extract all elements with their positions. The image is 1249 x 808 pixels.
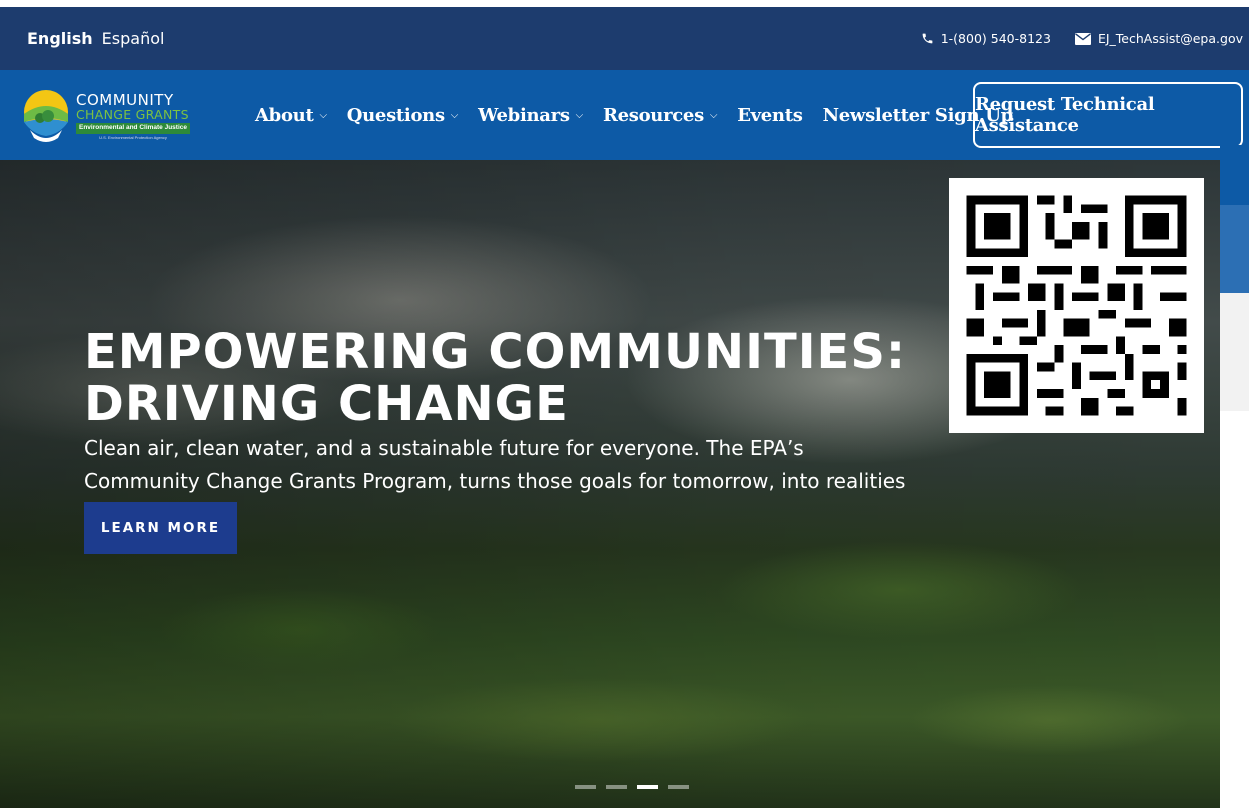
chevron-down-icon: ⌵ — [450, 109, 459, 121]
carousel-dot-4[interactable] — [668, 785, 689, 789]
nav-label: About — [255, 104, 314, 126]
page-edge-strip — [1220, 205, 1249, 293]
envelope-icon — [1074, 32, 1091, 45]
logo-line-community: COMMUNITY — [76, 90, 174, 109]
phone-icon — [922, 33, 933, 44]
carousel-dot-3[interactable] — [637, 785, 658, 789]
nav-item-questions[interactable]: Questions ⌵ — [346, 104, 459, 126]
logo-emblem-icon — [24, 90, 68, 142]
page-edge-strip — [1220, 145, 1249, 205]
site-logo[interactable]: COMMUNITY CHANGE GRANTS Environmental an… — [20, 86, 200, 146]
logo-wordmark: COMMUNITY CHANGE GRANTS Environmental an… — [76, 90, 191, 140]
page-edge-strip — [1220, 293, 1249, 411]
email-address: EJ_TechAssist@epa.gov — [1097, 31, 1243, 46]
nav-menu: About ⌵ Questions ⌵ Webinars ⌵ Resources… — [255, 70, 1013, 160]
hero-title: EMPOWERING COMMUNITIES: DRIVING CHANGE — [84, 326, 944, 430]
nav-label: Questions — [346, 104, 445, 126]
nav-item-resources[interactable]: Resources ⌵ — [602, 104, 718, 126]
chevron-down-icon: ⌵ — [709, 109, 718, 121]
hero-title-line-1: EMPOWERING COMMUNITIES: — [84, 324, 907, 380]
nav-item-about[interactable]: About ⌵ — [255, 105, 327, 126]
carousel-dot-1[interactable] — [575, 785, 596, 789]
language-spanish-link[interactable]: Español — [102, 29, 165, 48]
chevron-down-icon: ⌵ — [319, 109, 327, 121]
logo-line-ecj: Environmental and Climate Justice — [76, 123, 191, 134]
logo-line-change-grants: CHANGE GRANTS — [76, 106, 189, 122]
phone-link[interactable]: 1-(800) 540-8123 — [921, 31, 1051, 46]
language-switcher: English Español — [27, 29, 164, 48]
logo-line-epa: U.S. Environmental Protection Agency — [99, 134, 167, 140]
chevron-down-icon: ⌵ — [575, 109, 584, 121]
nav-label: Webinars — [478, 104, 570, 126]
qr-code-image — [949, 178, 1204, 433]
contact-info: 1-(800) 540-8123 EJ_TechAssist@epa.gov — [921, 7, 1243, 70]
nav-label: Events — [737, 104, 803, 126]
nav-item-events[interactable]: Events — [737, 104, 803, 126]
hero-title-line-2: DRIVING CHANGE — [84, 376, 569, 432]
qr-code-icon — [949, 178, 1204, 433]
nav-label: Resources — [602, 104, 704, 126]
utility-bar: English Español 1-(800) 540-8123 EJ_Tech… — [0, 7, 1249, 70]
email-link[interactable]: EJ_TechAssist@epa.gov — [1074, 31, 1243, 46]
request-technical-assistance-button[interactable]: Request Technical Assistance — [973, 82, 1243, 148]
main-navigation: COMMUNITY CHANGE GRANTS Environmental an… — [0, 70, 1249, 160]
carousel-dot-2[interactable] — [606, 785, 627, 789]
language-english-link[interactable]: English — [27, 29, 93, 48]
learn-more-button[interactable]: LEARN MORE — [84, 502, 237, 554]
nav-item-webinars[interactable]: Webinars ⌵ — [478, 105, 583, 126]
phone-number: 1-(800) 540-8123 — [940, 31, 1051, 46]
carousel-indicators — [575, 785, 689, 789]
